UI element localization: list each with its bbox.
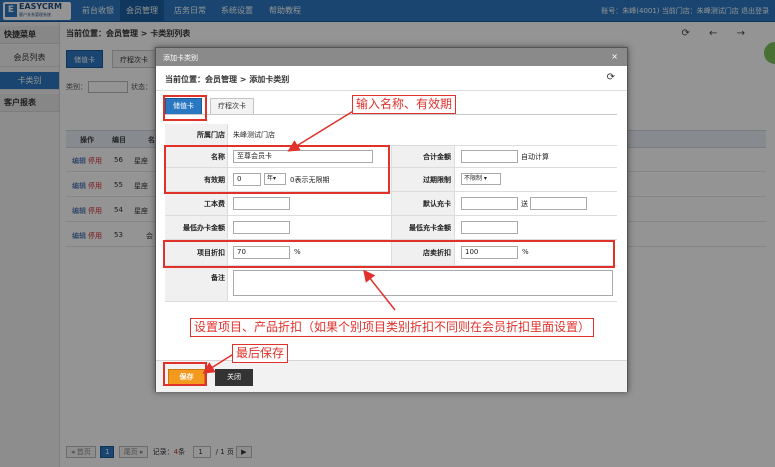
arrow-to-name bbox=[287, 109, 356, 152]
callout-save: 最后保存 bbox=[232, 344, 289, 363]
callout-discount: 设置项目、产品折扣（如果个别项目类别折扣不同则在会员折扣里面设置） bbox=[190, 318, 595, 337]
arrow-to-discount bbox=[363, 269, 396, 311]
annotation-arrows bbox=[202, 109, 396, 374]
callout-name-validity: 输入名称、有效期 bbox=[352, 95, 457, 114]
arrow-to-save bbox=[202, 352, 236, 374]
